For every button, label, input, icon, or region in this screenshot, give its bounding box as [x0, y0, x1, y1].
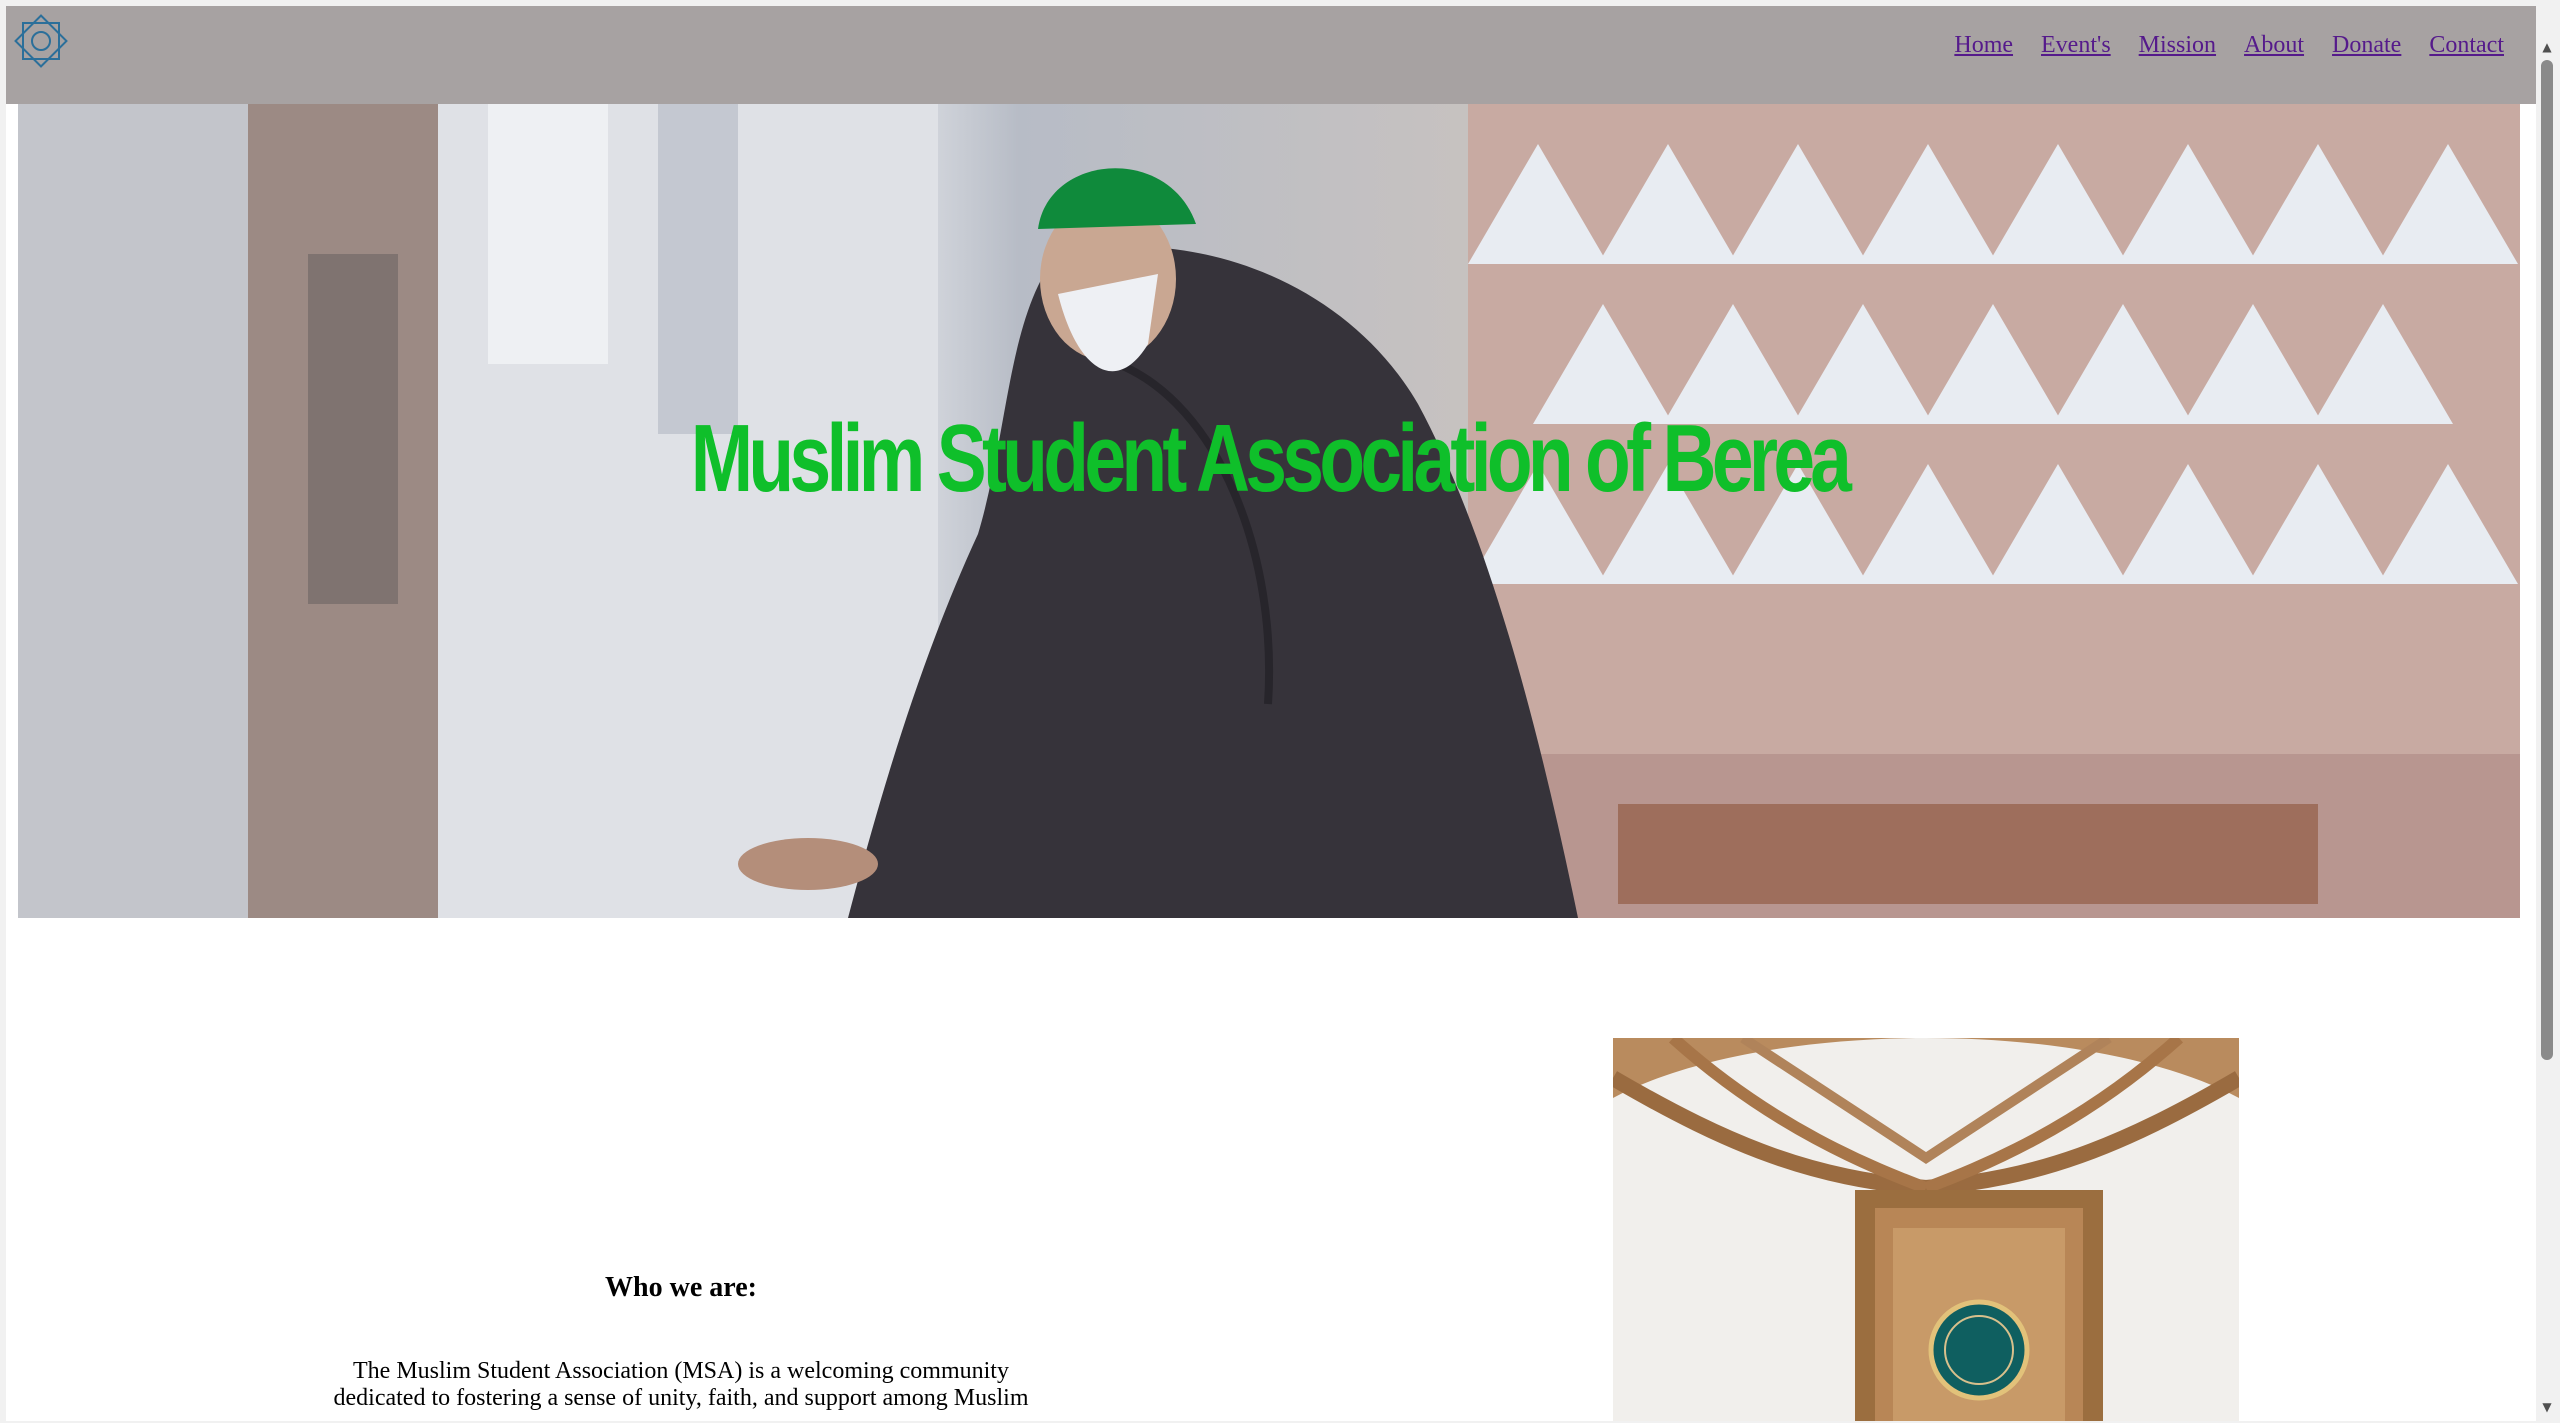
scroll-down-arrow-icon[interactable]: ▼: [2536, 1396, 2558, 1418]
nav-links: Home Event's Mission About Donate Contac…: [1954, 28, 2504, 62]
nav-link-contact[interactable]: Contact: [2429, 28, 2504, 62]
who-we-are-text-line2: dedicated to fostering a sense of unity,…: [333, 1385, 1029, 1411]
page: Home Event's Mission About Donate Contac…: [6, 6, 2536, 1421]
navbar: Home Event's Mission About Donate Contac…: [6, 6, 2536, 104]
who-we-are-heading: Who we are:: [605, 1272, 757, 1303]
who-we-are-text: The Muslim Student Association (MSA) is …: [306, 1358, 1056, 1412]
nav-link-mission[interactable]: Mission: [2139, 28, 2216, 62]
nav-link-about[interactable]: About: [2244, 28, 2304, 62]
mosque-image: [1613, 1038, 2239, 1421]
vertical-scrollbar[interactable]: ▲ ▼: [2536, 6, 2558, 1421]
who-we-are-text-line1: The Muslim Student Association (MSA) is …: [353, 1358, 1009, 1384]
scroll-up-arrow-icon[interactable]: ▲: [2536, 36, 2558, 58]
logo-icon[interactable]: [8, 8, 74, 74]
nav-link-donate[interactable]: Donate: [2332, 28, 2401, 62]
nav-link-events[interactable]: Event's: [2041, 28, 2111, 62]
nav-link-home[interactable]: Home: [1954, 28, 2013, 62]
browser-viewport: Home Event's Mission About Donate Contac…: [0, 0, 2560, 1423]
scrollbar-thumb[interactable]: [2541, 60, 2553, 1060]
hero-title: Muslim Student Association of Berea: [690, 405, 1852, 512]
hero-banner: Muslim Student Association of Berea: [18, 104, 2520, 918]
